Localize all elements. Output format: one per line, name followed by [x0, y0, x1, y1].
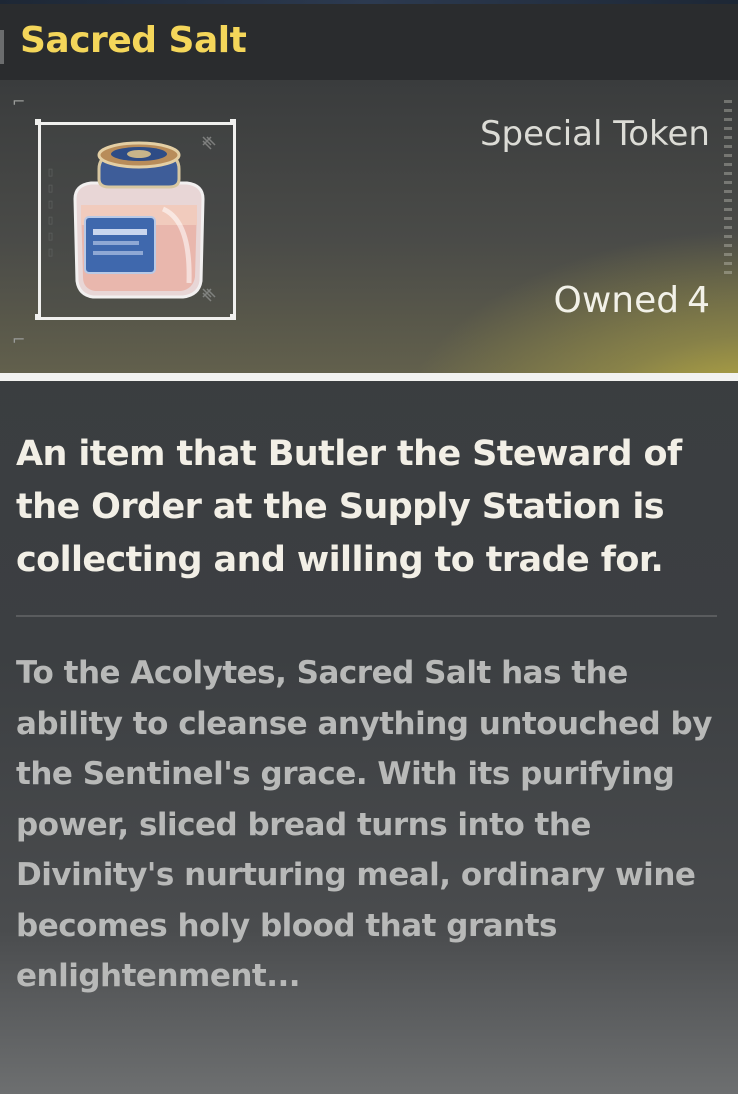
item-header: Sacred Salt: [0, 4, 738, 80]
corner-mark-icon: ⌐: [12, 330, 26, 349]
owned-number: 4: [687, 280, 710, 321]
frame-corner-dot: [230, 314, 236, 320]
corner-mark-icon: ⌐: [12, 92, 26, 111]
salt-jar-icon: [73, 136, 216, 302]
item-detail-panel: Sacred Salt ⌐ ⌐ ▯▯▯▯▯▯ Special Token Own…: [0, 0, 738, 1094]
owned-label: Owned: [553, 280, 680, 321]
frame-corner-dot: [35, 119, 41, 125]
banner-divider: [0, 373, 738, 381]
decorative-dots: [724, 100, 732, 280]
header-accent-bar: [0, 30, 4, 64]
item-summary: An item that Butler the Steward of the O…: [16, 434, 682, 580]
item-lore: To the Acolytes, Sacred Salt has the abi…: [16, 655, 712, 994]
owned-count: Owned 4: [553, 280, 710, 321]
item-title: Sacred Salt: [20, 20, 247, 61]
item-icon-frame: [38, 122, 236, 320]
item-category: Special Token: [479, 114, 710, 154]
frame-corner-dot: [35, 314, 41, 320]
frame-corner-dot: [230, 119, 236, 125]
section-divider: [16, 615, 717, 617]
